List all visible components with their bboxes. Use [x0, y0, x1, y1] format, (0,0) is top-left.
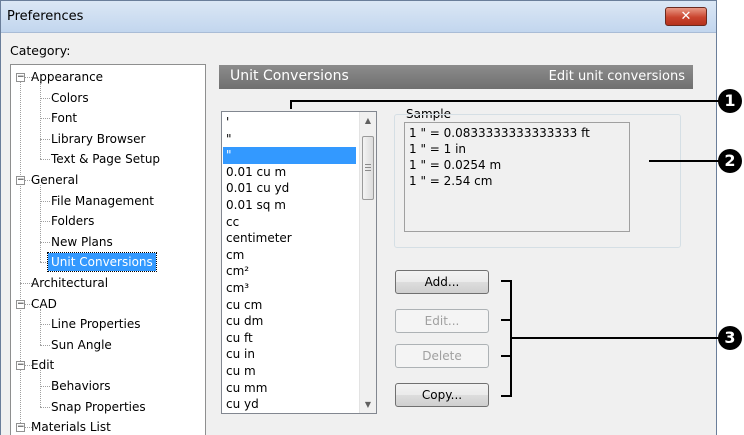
tree-item[interactable]: Line Properties [51, 315, 140, 333]
callout-1-badge: 1 [718, 89, 742, 113]
unit-list-item[interactable]: " [223, 147, 356, 164]
unit-list-item[interactable]: " [223, 131, 356, 148]
panel-title: Unit Conversions [230, 68, 349, 84]
scroll-thumb[interactable] [362, 136, 374, 200]
unit-list-item[interactable]: cu yd [223, 396, 356, 413]
tree-item[interactable]: Appearance [31, 68, 103, 86]
unit-list-scrollbar[interactable]: ▲ ▼ [359, 112, 376, 413]
collapse-icon[interactable]: − [16, 73, 25, 82]
callout-2-line [649, 160, 721, 162]
category-label: Category: [10, 43, 71, 58]
unit-list-item[interactable]: ' [223, 114, 356, 131]
unit-list-item[interactable]: cu cm [223, 297, 356, 314]
collapse-icon[interactable]: − [16, 176, 25, 185]
unit-list-item[interactable]: cc [223, 214, 356, 231]
unit-list-item[interactable]: cm³ [223, 280, 356, 297]
tree-item[interactable]: File Management [51, 192, 154, 210]
tree-item[interactable]: Folders [51, 212, 94, 230]
sample-text: 1 " = 0.0833333333333333 ft 1 " = 1 in 1 "… [404, 122, 630, 232]
unit-list-item[interactable]: cu in [223, 346, 356, 363]
callout-3-line [510, 337, 721, 339]
sample-line: 1 " = 1 in [409, 142, 467, 156]
close-button[interactable]: ✕ [665, 7, 707, 26]
callout-3-badge: 3 [718, 326, 742, 350]
title-bar: Preferences ✕ [1, 1, 716, 33]
panel-subtitle: Edit unit conversions [548, 69, 685, 84]
tree-item[interactable]: Sun Angle [51, 336, 112, 354]
tree-item[interactable]: CAD [31, 295, 57, 313]
sample-line: 1 " = 2.54 cm [409, 174, 493, 188]
scroll-up-icon[interactable]: ▲ [360, 112, 376, 129]
add-button[interactable]: Add... [395, 270, 489, 294]
tree-item[interactable]: Architectural [31, 274, 108, 292]
tree-item[interactable]: Behaviors [51, 377, 111, 395]
unit-list-item[interactable]: cm [223, 247, 356, 264]
category-tree[interactable]: − Appearance Colors Font Library Browser Text… [10, 64, 206, 435]
collapse-icon[interactable]: − [16, 300, 25, 309]
dialog-title: Preferences [7, 9, 84, 24]
tree-item[interactable]: Materials List [31, 418, 111, 435]
tree-item[interactable]: Unit Conversions [47, 252, 157, 272]
close-icon: ✕ [680, 9, 692, 24]
collapse-icon[interactable]: − [16, 423, 25, 432]
unit-list-item[interactable]: cu m [223, 363, 356, 380]
tree-item[interactable]: Text & Page Setup [51, 150, 160, 168]
scroll-down-icon[interactable]: ▼ [360, 396, 376, 413]
unit-list-item[interactable]: cu dm [223, 313, 356, 330]
tree-item[interactable]: Library Browser [51, 130, 145, 148]
tree-item[interactable]: Snap Properties [51, 398, 146, 416]
sample-line: 1 " = 0.0254 m [409, 158, 502, 172]
tree-item[interactable]: General [31, 171, 78, 189]
collapse-icon[interactable]: − [16, 361, 25, 370]
tree-item[interactable]: Edit [31, 356, 54, 374]
unit-list-item[interactable]: cu ft [223, 330, 356, 347]
edit-button[interactable]: Edit... [395, 309, 489, 333]
delete-button[interactable]: Delete [395, 344, 489, 368]
preferences-dialog: Preferences ✕ Category: − Appearance Color… [0, 0, 717, 435]
unit-list-item[interactable]: 0.01 cu m [223, 164, 356, 181]
tree-item[interactable]: Font [51, 109, 77, 127]
unit-list-item[interactable]: 0.01 cu yd [223, 180, 356, 197]
tree-item[interactable]: Colors [51, 89, 89, 107]
copy-button[interactable]: Copy... [395, 383, 489, 407]
unit-list-item[interactable]: centimeter [223, 230, 356, 247]
unit-list[interactable]: cu yd cu mm cu m cu in cu ft cu dm cu cm cm³ cm²… [221, 111, 377, 414]
tree-item[interactable]: New Plans [51, 233, 113, 251]
unit-list-item[interactable]: 0.01 sq m [223, 197, 356, 214]
callout-1-tick [290, 100, 292, 109]
unit-list-item[interactable]: cu mm [223, 380, 356, 397]
panel-header: Unit Conversions Edit unit conversions [219, 65, 693, 89]
sample-line: 1 " = 0.0833333333333333 ft [409, 126, 590, 140]
callout-2-badge: 2 [718, 149, 742, 173]
unit-list-item[interactable]: cm² [223, 263, 356, 280]
callout-1-line [291, 100, 721, 102]
